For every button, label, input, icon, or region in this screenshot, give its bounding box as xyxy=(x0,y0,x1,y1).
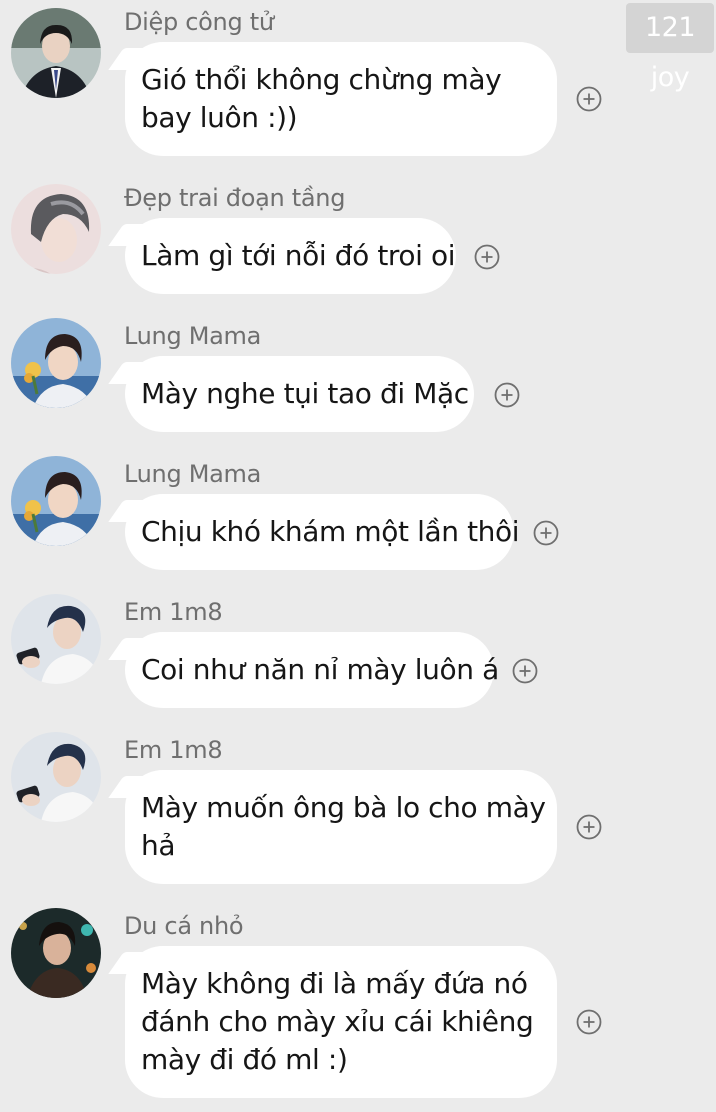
message-text: hả xyxy=(141,829,176,862)
plus-circle-icon[interactable] xyxy=(576,1009,602,1035)
message-text: Mày muốn ông bà lo cho mày xyxy=(141,791,546,824)
message-text: Mày không đi là mấy đứa nó xyxy=(141,967,528,1000)
message-bubble[interactable]: Gió thổi không chừng mày bay luôn :)) xyxy=(125,42,557,156)
sender-name: Em 1m8 xyxy=(124,736,223,764)
sender-avatar[interactable] xyxy=(11,184,101,274)
plus-circle-icon[interactable] xyxy=(533,520,559,546)
sender-avatar[interactable] xyxy=(11,8,101,98)
sender-avatar[interactable] xyxy=(11,456,101,546)
message-text: Gió thổi không chừng mày xyxy=(141,63,502,96)
sender-avatar[interactable] xyxy=(11,732,101,822)
message-text: đánh cho mày xỉu cái khiêng xyxy=(141,1005,534,1038)
sender-name: Du cá nhỏ xyxy=(124,912,244,940)
message-bubble[interactable]: Coi như năn nỉ mày luôn á xyxy=(125,632,499,708)
message-text: bay luôn :)) xyxy=(141,101,298,134)
message-bubble[interactable]: Chịu khó khám một lần thôi xyxy=(125,494,520,570)
plus-circle-icon[interactable] xyxy=(512,658,538,684)
sender-name: Em 1m8 xyxy=(124,598,223,626)
message-bubble[interactable]: Mày nghe tụi tao đi Mặc xyxy=(125,356,474,432)
plus-circle-icon[interactable] xyxy=(576,814,602,840)
sender-avatar[interactable] xyxy=(11,318,101,408)
message-text: Làm gì tới nỗi đó troi oi xyxy=(141,239,456,272)
sender-name: Đẹp trai đoạn tầng xyxy=(124,184,346,212)
plus-circle-icon[interactable] xyxy=(494,382,520,408)
message-text: Mày nghe tụi tao đi Mặc xyxy=(141,377,469,410)
message-text: Chịu khó khám một lần thôi xyxy=(141,515,520,548)
plus-circle-icon[interactable] xyxy=(576,86,602,112)
message-bubble[interactable]: Làm gì tới nỗi đó troi oi xyxy=(125,218,456,294)
sender-name: Lung Mama xyxy=(124,322,262,350)
sender-name: Lung Mama xyxy=(124,460,262,488)
message-text: mày đi đó ml :) xyxy=(141,1043,348,1076)
sender-avatar[interactable] xyxy=(11,594,101,684)
sender-name: Diệp công tử xyxy=(124,8,274,36)
sender-avatar[interactable] xyxy=(11,908,101,998)
message-text: Coi như năn nỉ mày luôn á xyxy=(141,653,499,686)
watermark: 121 joy xyxy=(626,3,714,93)
message-bubble[interactable]: Mày muốn ông bà lo cho mày hả xyxy=(125,770,557,884)
message-bubble[interactable]: Mày không đi là mấy đứa nó đánh cho mày … xyxy=(125,946,557,1098)
plus-circle-icon[interactable] xyxy=(474,244,500,270)
